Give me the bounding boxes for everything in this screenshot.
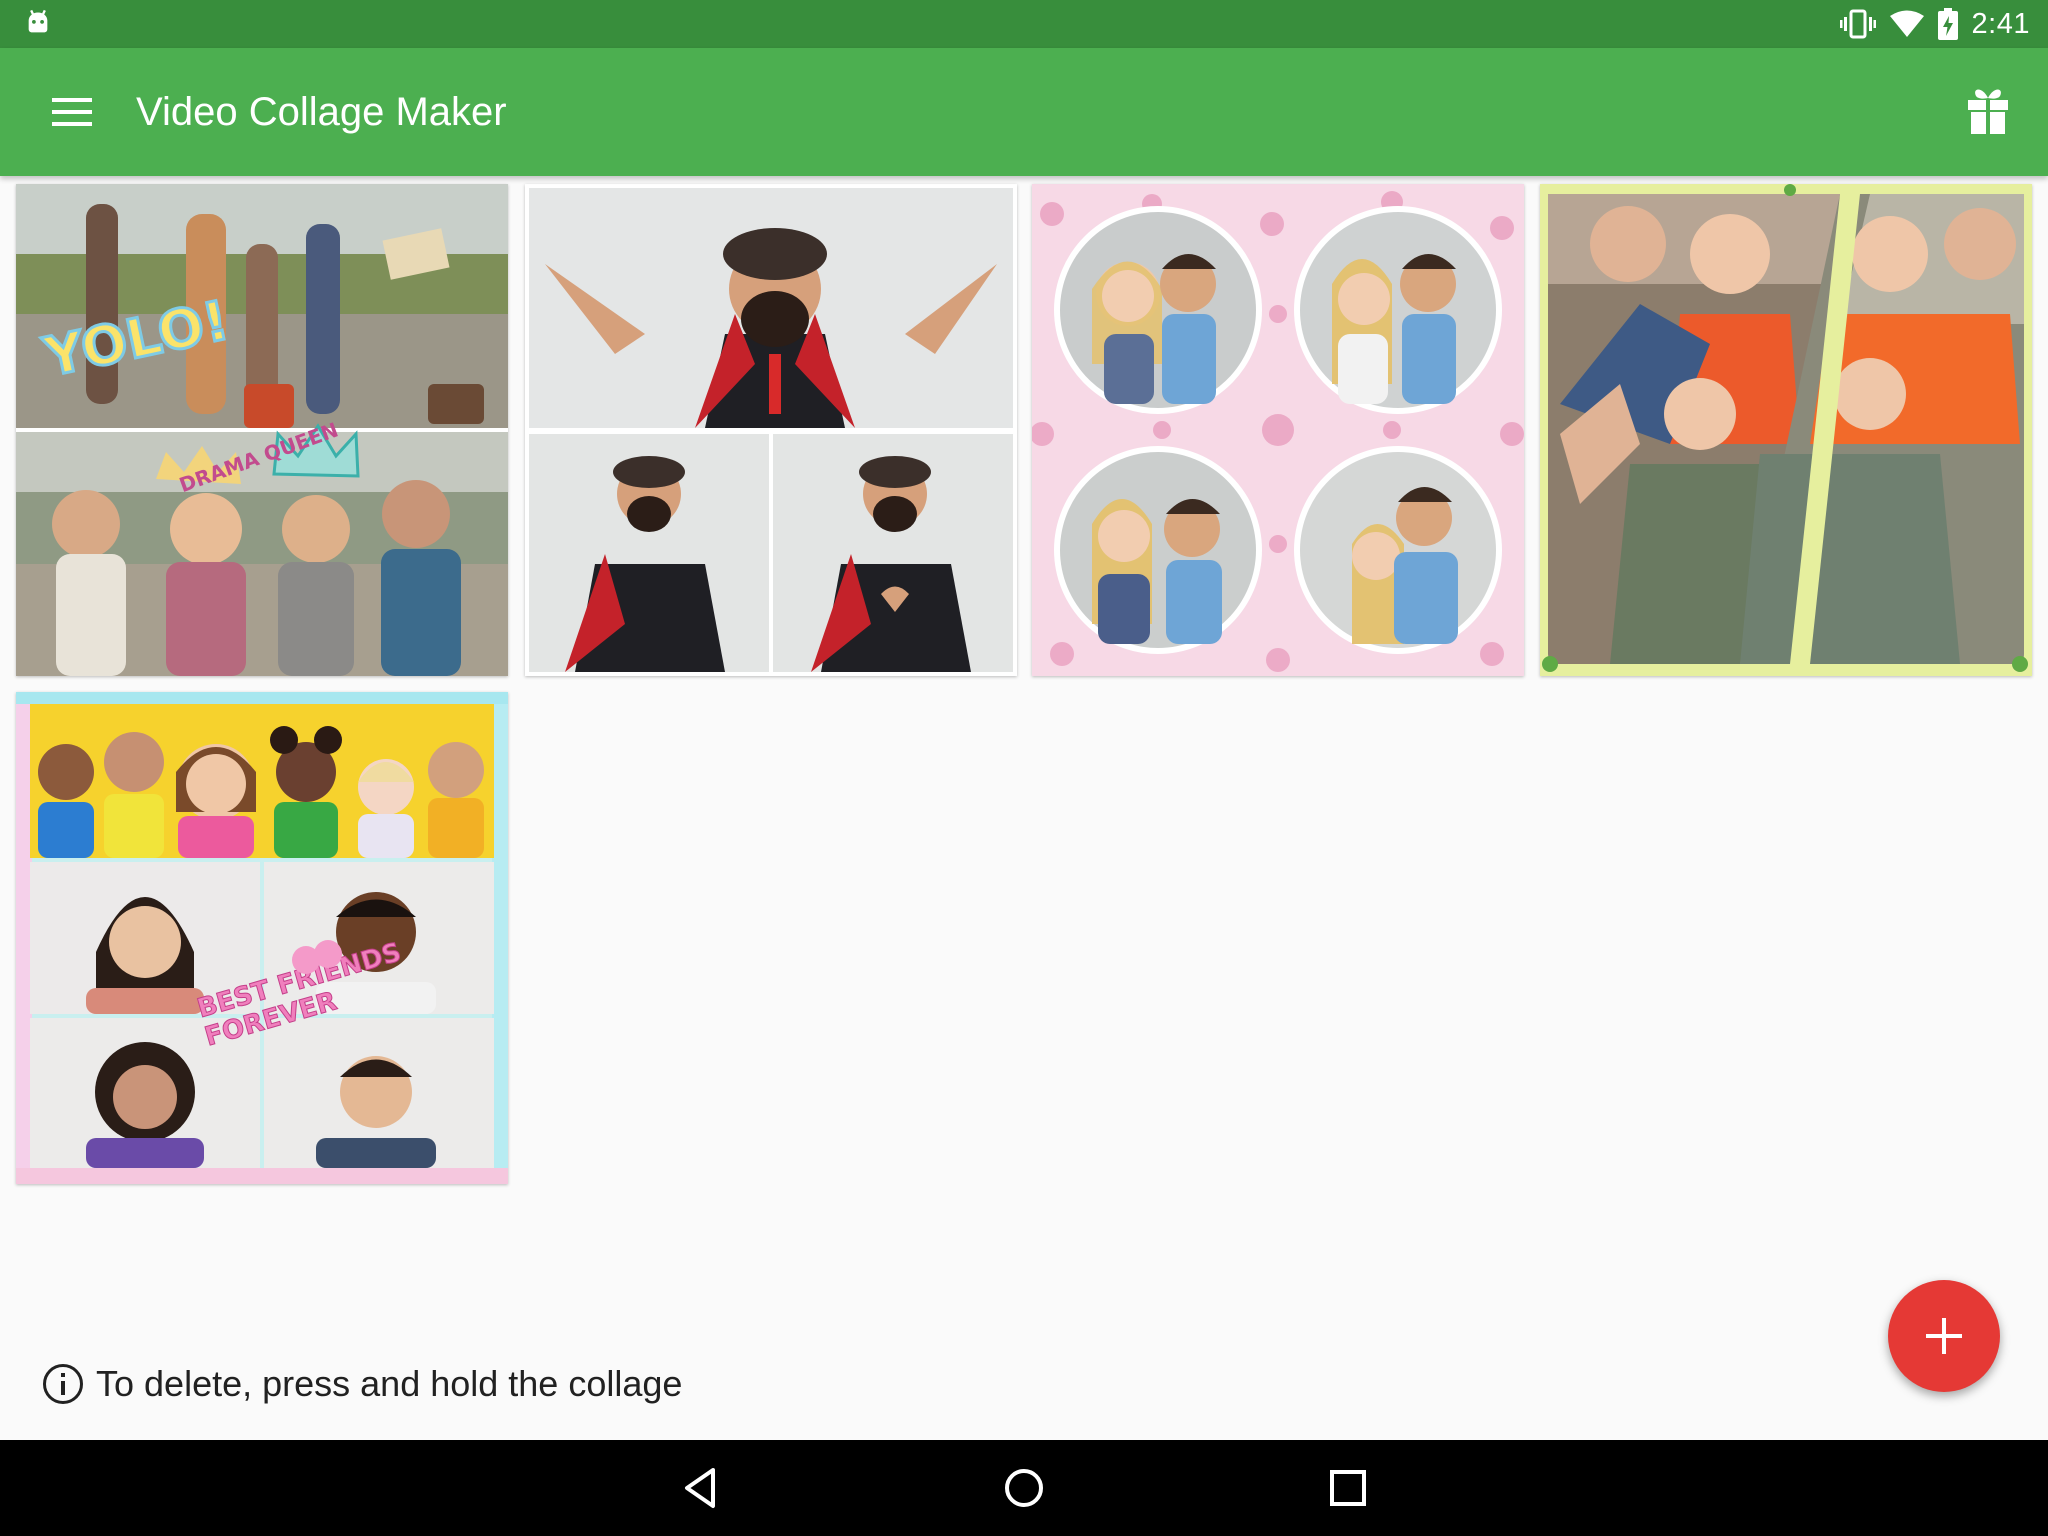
collage-tile-couple-circles[interactable] [1032,184,1524,676]
clock: 2:41 [1971,7,2030,40]
add-collage-button[interactable] [1888,1280,2000,1392]
delete-hint: To delete, press and hold the collage [42,1362,682,1406]
android-debug-icon [28,9,48,33]
home-icon [1005,1469,1043,1507]
collage-tile-family-selfie[interactable] [1540,184,2032,676]
app-bar: Video Collage Maker [0,48,2048,176]
collage-thumbnail: BEST FRIENDS FOREVER [16,692,508,1184]
home-button[interactable] [998,1462,1050,1514]
collage-thumbnail [1032,184,1524,676]
back-button[interactable] [675,1462,727,1514]
vibrate-icon [1839,9,1876,39]
gift-icon [1968,89,2008,134]
navigation-bar [0,1440,2048,1536]
collage-tile-aviator-superhero[interactable] [525,184,1017,676]
collage-thumbnail [525,184,1017,676]
gift-button[interactable] [1956,80,2020,144]
recents-button[interactable] [1322,1462,1374,1514]
hint-text: To delete, press and hold the collage [96,1363,683,1404]
plus-icon [1926,1318,1962,1354]
battery-charging-icon [1937,8,1958,40]
collage-tile-kids-best-friends[interactable]: BEST FRIENDS FOREVER [16,692,508,1184]
collage-grid: YOLO! DRAMA QUEEN BEST FRIENDS FOREVER [0,176,2048,1184]
wifi-icon [1889,10,1924,37]
info-icon [43,1364,83,1404]
menu-button[interactable] [40,82,104,142]
page-title: Video Collage Maker [136,90,507,134]
collage-tile-hippie-friends[interactable]: YOLO! DRAMA QUEEN [16,184,508,676]
recents-icon [1330,1470,1366,1506]
status-bar: 2:41 [0,0,2048,48]
collage-thumbnail: YOLO! DRAMA QUEEN [16,184,508,676]
back-icon [685,1468,715,1508]
hamburger-menu-icon [52,98,92,126]
collage-thumbnail [1540,184,2032,676]
